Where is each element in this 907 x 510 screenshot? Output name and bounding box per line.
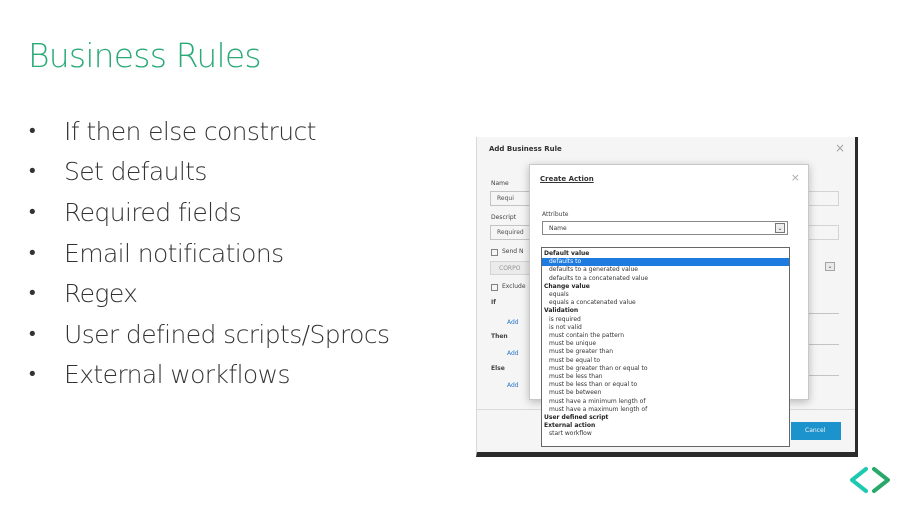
bullet-item: • Regex [28,273,389,314]
bullet-dot: • [29,282,36,305]
bullet-dot: • [29,119,36,142]
bullet-text: Regex [64,279,138,309]
dropdown-option[interactable]: defaults to a generated value [542,266,789,274]
bullet-text: External workflows [64,360,290,390]
create-action-close-icon[interactable]: × [791,171,800,184]
bullet-dot: • [29,241,36,264]
bullet-text: Email notifications [64,238,284,268]
dropdown-option[interactable]: is required [542,316,789,324]
dropdown-option[interactable]: must be greater than or equal to [542,365,789,373]
dropdown-option[interactable]: defaults to [542,258,789,267]
dropdown-option[interactable]: must contain the pattern [542,332,789,340]
bullet-item: • External workflows [28,355,389,396]
bullet-dot: • [29,363,36,386]
dropdown-option[interactable]: is not valid [542,324,789,332]
dropdown-option[interactable]: must be unique [542,340,789,348]
attribute-select-value: Name [549,225,567,232]
chevron-left-icon[interactable] [850,467,868,493]
dropdown-group-label: User defined script [544,414,609,422]
attribute-label: Attribute [542,211,569,218]
bullet-text: Required fields [64,197,242,227]
dropdown-option[interactable]: must be equal to [542,357,789,365]
dropdown-option[interactable]: equals a concatenated value [542,299,789,307]
bullet-dot: • [29,322,36,345]
bullet-text: Set defaults [64,157,207,187]
slide-nav [850,467,890,493]
bullet-item: • Email notifications [28,233,389,274]
bullet-text: If then else construct [64,116,316,146]
dropdown-option[interactable]: must be less than or equal to [542,381,789,389]
embedded-screenshot: Add Business Rule × Name Requi Descript … [476,137,858,457]
dropdown-group-label: Change value [544,282,590,290]
dropdown-option[interactable]: must be between [542,389,789,397]
dropdown-group-label: Default value [544,250,590,257]
slide-title: Business Rules [28,36,262,75]
bullet-list: • If then else construct • Set defaults • R… [28,111,390,396]
action-dropdown-list[interactable]: Default value defaults to defaults to a ge… [541,247,790,447]
bullet-item: • Required fields [28,192,389,233]
dropdown-option[interactable]: defaults to a concatenated value [542,275,789,283]
dropdown-option[interactable]: must be greater than [542,348,789,356]
bullet-dot: • [29,200,36,223]
bullet-item: • Set defaults [28,152,389,193]
dropdown-option[interactable]: must have a maximum length of [542,406,789,414]
dropdown-group-label: Validation [544,307,579,315]
chevron-down-icon[interactable]: ⌄ [775,223,785,233]
chevron-right-icon[interactable] [872,467,890,493]
attribute-select[interactable]: Name ⌄ [542,221,788,235]
bullet-item: • If then else construct [28,111,389,152]
dropdown-option[interactable]: must be less than [542,373,789,381]
dropdown-option[interactable]: must have a minimum length of [542,398,789,406]
dropdown-option[interactable]: equals [542,291,789,299]
dropdown-group-label: External action [544,422,596,430]
dropdown-option[interactable]: start workflow [542,430,789,438]
create-action-title: Create Action [540,175,594,183]
bullet-text: User defined scripts/Sprocs [64,319,390,349]
bullet-dot: • [29,160,36,183]
bullet-item: • User defined scripts/Sprocs [28,314,390,355]
